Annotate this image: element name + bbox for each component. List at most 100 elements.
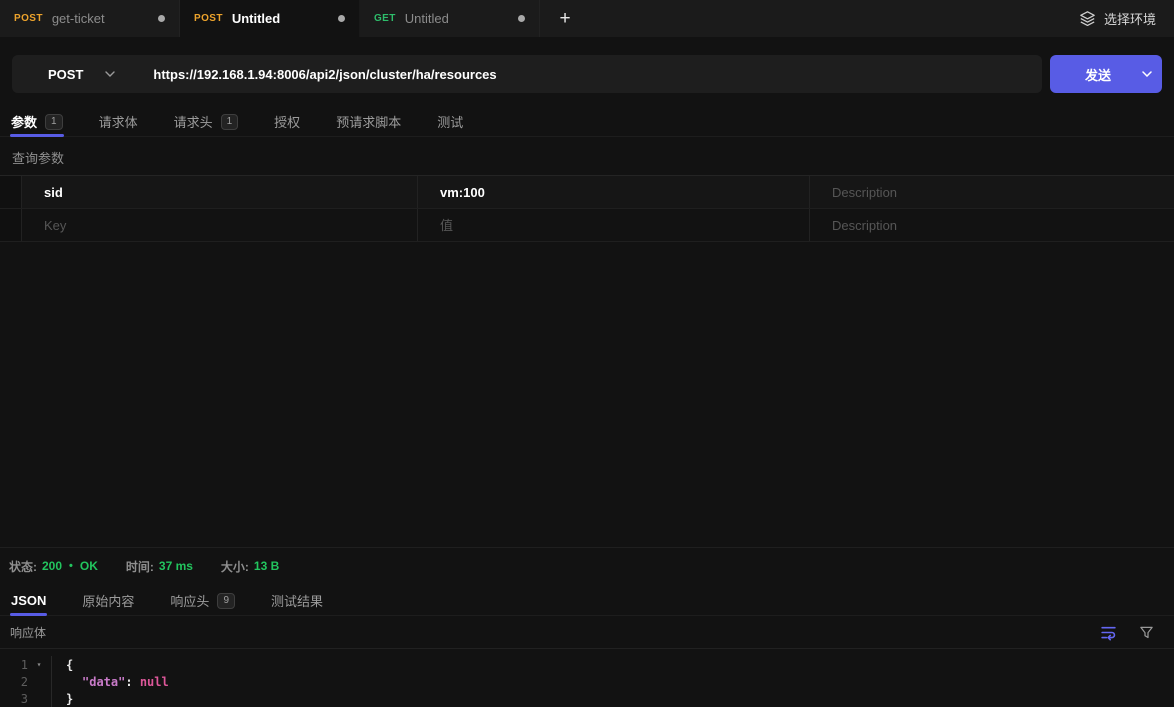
tab-response-headers[interactable]: 响应头 9 bbox=[169, 586, 236, 615]
query-params-table bbox=[0, 175, 1174, 242]
tab-body[interactable]: 请求体 bbox=[98, 107, 139, 136]
line-number: 1 bbox=[0, 658, 28, 672]
code-token-key: "data" bbox=[82, 675, 125, 689]
param-row-handle[interactable] bbox=[0, 209, 22, 241]
tab-params[interactable]: 参数 1 bbox=[10, 107, 64, 136]
tab-method-label: GET bbox=[374, 13, 396, 24]
send-button[interactable]: 发送 bbox=[1050, 55, 1162, 93]
param-key-cell bbox=[22, 176, 418, 208]
param-description-input[interactable] bbox=[810, 218, 1174, 233]
headers-count-badge: 1 bbox=[221, 114, 239, 130]
tab-method-label: POST bbox=[194, 13, 223, 24]
size-label: 大小: bbox=[221, 558, 249, 575]
tab-auth[interactable]: 授权 bbox=[273, 107, 301, 136]
line-number: 3 bbox=[0, 692, 28, 706]
time-value: 37 ms bbox=[159, 559, 193, 573]
response-headers-count-badge: 9 bbox=[217, 593, 235, 609]
code-token-brace: } bbox=[66, 692, 73, 706]
code-line: "data": null bbox=[66, 673, 1174, 690]
status-text: OK bbox=[80, 559, 98, 573]
new-tab-button[interactable]: + bbox=[548, 0, 582, 37]
code-token-null: null bbox=[140, 675, 169, 689]
filter-button[interactable] bbox=[1137, 623, 1156, 642]
param-description-cell bbox=[810, 176, 1174, 208]
param-row-empty bbox=[0, 209, 1174, 242]
tab-untitled-post[interactable]: POST Untitled bbox=[180, 0, 360, 37]
response-body-bar: 响应体 bbox=[0, 616, 1174, 649]
param-description-input[interactable] bbox=[810, 185, 1174, 200]
unsaved-indicator-icon bbox=[338, 15, 345, 22]
response-body-tools bbox=[1098, 622, 1164, 643]
tab-tests-label: 测试 bbox=[437, 112, 463, 131]
word-wrap-icon bbox=[1100, 624, 1117, 641]
code-line: { bbox=[66, 656, 1174, 673]
environment-selector-label: 选择环境 bbox=[1104, 9, 1156, 28]
tab-test-results[interactable]: 测试结果 bbox=[270, 586, 324, 615]
url-box: POST bbox=[12, 55, 1042, 93]
status-separator-dot: • bbox=[69, 560, 73, 572]
param-key-input[interactable] bbox=[22, 218, 417, 233]
param-row bbox=[0, 176, 1174, 209]
request-body-empty-area bbox=[0, 242, 1174, 547]
request-tabbar: POST get-ticket POST Untitled GET Untitl… bbox=[0, 0, 1174, 37]
method-label: POST bbox=[48, 67, 83, 82]
tab-params-label: 参数 bbox=[11, 112, 37, 131]
tab-untitled-get[interactable]: GET Untitled bbox=[360, 0, 540, 37]
param-key-cell bbox=[22, 209, 418, 241]
size-value: 13 B bbox=[254, 559, 279, 573]
url-row: POST 发送 bbox=[12, 55, 1162, 93]
param-value-cell bbox=[418, 209, 810, 241]
status-code: 200 bbox=[42, 559, 62, 573]
tab-test-results-label: 测试结果 bbox=[271, 591, 323, 610]
tab-title: Untitled bbox=[405, 11, 449, 26]
url-input[interactable] bbox=[153, 67, 1042, 82]
param-key-input[interactable] bbox=[22, 185, 417, 200]
response-body-title: 响应体 bbox=[10, 624, 46, 641]
unsaved-indicator-icon bbox=[518, 15, 525, 22]
chevron-down-icon[interactable] bbox=[1132, 71, 1162, 77]
tab-response-raw-label: 原始内容 bbox=[82, 591, 134, 610]
layers-icon bbox=[1079, 10, 1096, 27]
line-number: 2 bbox=[0, 675, 28, 689]
tab-response-json-label: JSON bbox=[11, 593, 46, 608]
tab-tests[interactable]: 测试 bbox=[436, 107, 464, 136]
api-client-window: POST get-ticket POST Untitled GET Untitl… bbox=[0, 0, 1174, 707]
tab-response-json[interactable]: JSON bbox=[10, 586, 47, 615]
params-count-badge: 1 bbox=[45, 114, 63, 130]
code-token-brace: { bbox=[66, 658, 73, 672]
param-description-cell bbox=[810, 209, 1174, 241]
response-section-tabs: JSON 原始内容 响应头 9 测试结果 bbox=[0, 586, 1174, 616]
tab-auth-label: 授权 bbox=[274, 112, 300, 131]
editor-code-area[interactable]: { "data": null } bbox=[52, 656, 1174, 707]
code-token-colon: : bbox=[125, 675, 139, 689]
tab-headers-label: 请求头 bbox=[174, 112, 213, 131]
param-row-handle[interactable] bbox=[0, 176, 22, 208]
method-dropdown[interactable]: POST bbox=[12, 67, 139, 82]
tab-prerequest-script[interactable]: 预请求脚本 bbox=[335, 107, 402, 136]
param-value-input[interactable] bbox=[418, 185, 809, 200]
tab-method-label: POST bbox=[14, 13, 43, 24]
fold-toggle-icon[interactable]: ▾ bbox=[28, 660, 50, 669]
tab-prerequest-script-label: 预请求脚本 bbox=[336, 112, 401, 131]
tab-body-label: 请求体 bbox=[99, 112, 138, 131]
response-section: 状态: 200 • OK 时间: 37 ms 大小: 13 B JSON 原始内… bbox=[0, 547, 1174, 707]
param-value-input[interactable] bbox=[418, 218, 809, 233]
time-label: 时间: bbox=[126, 558, 154, 575]
tab-headers[interactable]: 请求头 1 bbox=[173, 107, 240, 136]
environment-selector[interactable]: 选择环境 bbox=[1061, 0, 1174, 37]
status-label: 状态: bbox=[9, 558, 37, 575]
chevron-down-icon bbox=[105, 71, 115, 77]
response-json-editor[interactable]: 1 ▾ 2 3 { "data": null } bbox=[0, 649, 1174, 707]
tab-response-headers-label: 响应头 bbox=[170, 591, 209, 610]
tab-response-raw[interactable]: 原始内容 bbox=[81, 586, 135, 615]
param-value-cell bbox=[418, 176, 810, 208]
word-wrap-button[interactable] bbox=[1098, 622, 1119, 643]
query-params-title: 查询参数 bbox=[12, 148, 1162, 167]
tab-title: get-ticket bbox=[52, 11, 105, 26]
tab-get-ticket[interactable]: POST get-ticket bbox=[0, 0, 180, 37]
filter-funnel-icon bbox=[1139, 625, 1154, 640]
response-status-row: 状态: 200 • OK 时间: 37 ms 大小: 13 B bbox=[0, 548, 1174, 584]
code-line: } bbox=[66, 690, 1174, 707]
send-button-label: 发送 bbox=[1050, 65, 1132, 84]
request-section-tabs: 参数 1 请求体 请求头 1 授权 预请求脚本 测试 bbox=[0, 107, 1174, 137]
